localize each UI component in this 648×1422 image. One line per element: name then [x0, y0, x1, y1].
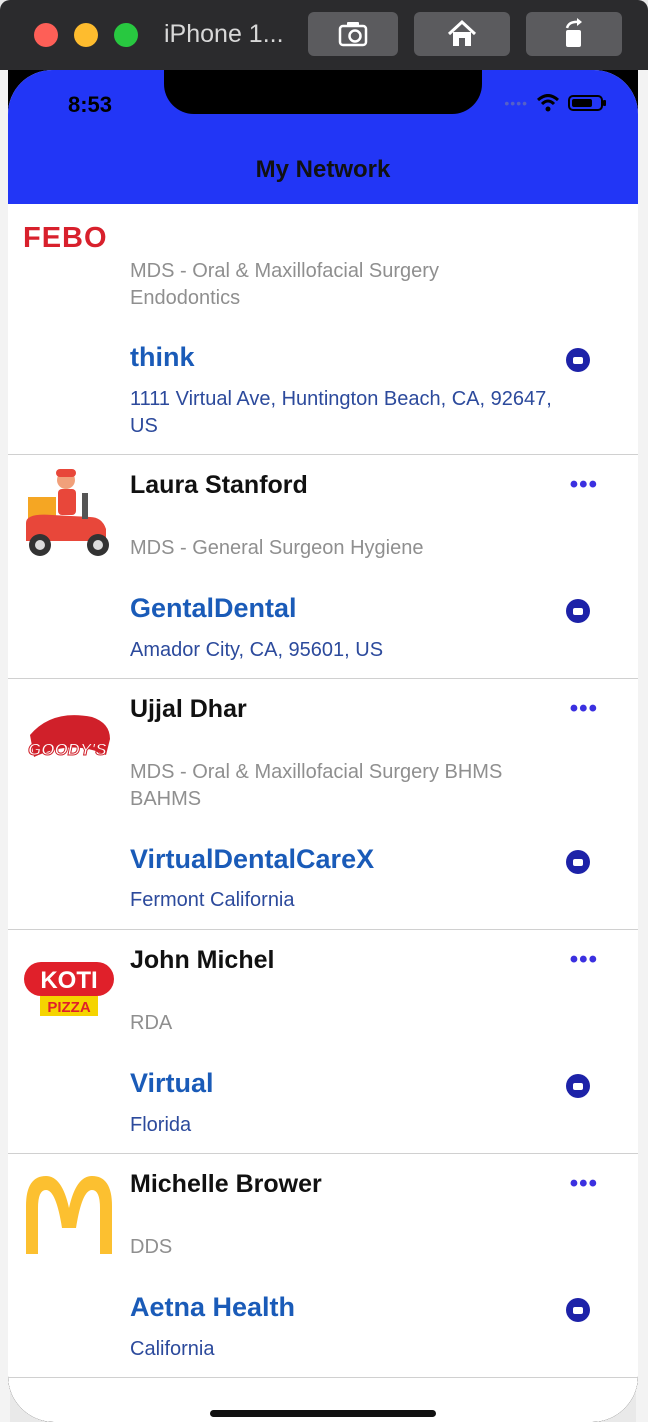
more-options-button[interactable]: ••• [570, 1170, 598, 1198]
video-call-icon[interactable] [566, 1298, 590, 1322]
page-title: My Network [255, 156, 391, 183]
rotate-icon [565, 18, 582, 47]
specialty-text: RDA [130, 1012, 173, 1034]
contact-name: Michelle Brower [130, 1170, 322, 1198]
contact-name: John Michel [130, 946, 275, 974]
febo-logo-icon: FEBO [22, 190, 116, 284]
status-icons: •••• [504, 94, 608, 112]
video-call-icon[interactable] [566, 850, 590, 874]
practice-name[interactable]: GentalDental [130, 593, 297, 624]
address-text: Florida [130, 1114, 192, 1136]
koti-pizza-logo-icon: KOTI PIZZA [22, 944, 116, 1038]
specialty-text: MDS - Oral & Maxillofacial Surgery Endod… [130, 260, 439, 309]
list-item[interactable]: Laura Stanford ••• MDS - General Surgeon… [8, 455, 638, 679]
home-icon [447, 19, 477, 46]
address-text: 1111 Virtual Ave, Huntington Beach, CA, … [130, 388, 552, 437]
screenshot-button[interactable] [308, 12, 398, 56]
home-button[interactable] [414, 12, 510, 56]
iphone-device: 8:53 •••• My Network FEBO MDS - Oral & M… [8, 70, 638, 1422]
practice-name[interactable]: VirtualDentalCareX [130, 844, 374, 875]
svg-text:GOODY'S: GOODY'S [28, 740, 107, 759]
goodys-logo-icon: GOODY'S [22, 695, 116, 789]
zoom-window-button[interactable] [114, 23, 138, 47]
list-item[interactable]: FEBO MDS - Oral & Maxillofacial Surgery … [8, 204, 638, 455]
list-item[interactable]: Michelle Brower ••• DDS Aetna Health Cal… [8, 1154, 638, 1378]
camera-icon [338, 22, 368, 47]
more-options-button[interactable]: ••• [570, 695, 598, 723]
practice-name[interactable]: think [130, 342, 195, 373]
minimize-window-button[interactable] [74, 23, 98, 47]
video-call-icon[interactable] [566, 599, 590, 623]
video-call-icon[interactable] [566, 1074, 590, 1098]
more-options-button[interactable]: ••• [570, 946, 598, 974]
delivery-scooter-icon [22, 467, 116, 561]
close-window-button[interactable] [34, 23, 58, 47]
practice-name[interactable]: Aetna Health [130, 1292, 295, 1323]
address-text: California [130, 1338, 215, 1360]
svg-text:FEBO: FEBO [23, 222, 108, 253]
contact-name: Ujjal Dhar [130, 695, 247, 723]
specialty-text: MDS - General Surgeon Hygiene [130, 537, 424, 559]
svg-text:PIZZA: PIZZA [47, 999, 90, 1016]
home-indicator[interactable] [210, 1410, 436, 1417]
mcdonalds-logo-icon [22, 1168, 116, 1262]
address-text: Fermont California [130, 889, 295, 911]
rotate-button[interactable] [526, 12, 622, 56]
wifi-icon [536, 94, 560, 112]
battery-icon [568, 95, 606, 111]
contact-name: Laura Stanford [130, 471, 308, 499]
list-item[interactable]: GOODY'S Ujjal Dhar ••• MDS - Oral & Maxi… [8, 679, 638, 930]
specialty-text: MDS - Oral & Maxillofacial Surgery BHMS … [130, 761, 503, 810]
specialty-text: DDS [130, 1236, 173, 1258]
simulator-toolbar: iPhone 1... [0, 0, 648, 70]
list-item[interactable]: KOTI PIZZA John Michel ••• RDA Virtual F… [8, 930, 638, 1154]
practice-name[interactable]: Virtual [130, 1068, 214, 1099]
cellular-signal-icon: •••• [504, 95, 528, 111]
address-text: Amador City, CA, 95601, US [130, 639, 384, 661]
simulator-title: iPhone 1... [164, 20, 284, 48]
nav-header: 8:53 •••• My Network [8, 70, 638, 204]
video-call-icon[interactable] [566, 348, 590, 372]
status-time: 8:53 [68, 92, 113, 117]
svg-text:KOTI: KOTI [40, 967, 97, 994]
network-list: FEBO MDS - Oral & Maxillofacial Surgery … [8, 204, 638, 1378]
device-notch [164, 70, 482, 114]
more-options-button[interactable]: ••• [570, 471, 598, 499]
app-screen: 8:53 •••• My Network FEBO MDS - Oral & M… [8, 70, 638, 1422]
